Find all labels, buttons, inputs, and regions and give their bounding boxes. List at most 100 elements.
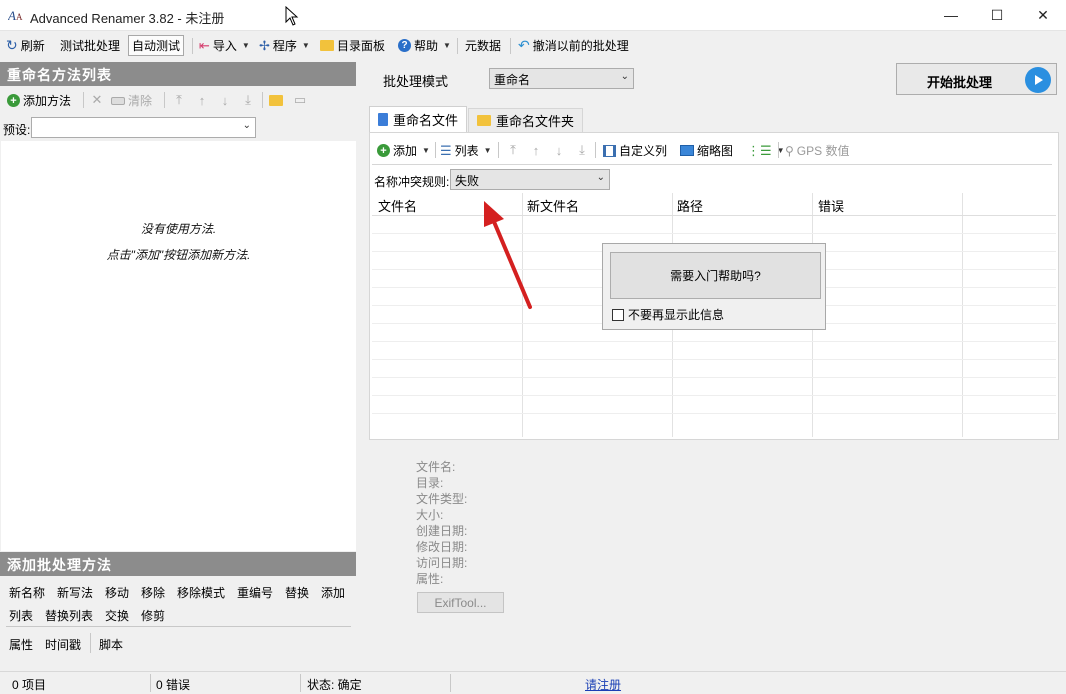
undo-icon: ↶: [518, 37, 530, 53]
move-down-icon[interactable]: ↓: [550, 141, 568, 159]
program-label: 程序: [272, 39, 297, 53]
gps-button[interactable]: ⚲ GPS 数值: [782, 140, 852, 161]
add-files-menu[interactable]: + 添加 ▼: [374, 140, 433, 161]
register-link[interactable]: 请注册: [585, 676, 621, 693]
delete-icon[interactable]: ✕: [88, 91, 106, 109]
method-remove-pattern[interactable]: 移除模式: [177, 584, 225, 601]
metadata-button[interactable]: 元数据: [462, 35, 504, 56]
columns-icon: [603, 144, 616, 157]
method-replace[interactable]: 替换: [285, 584, 309, 601]
exiftool-label: ExifTool...: [434, 595, 487, 610]
method-renumber[interactable]: 重编号: [237, 584, 273, 601]
clear-button[interactable]: 清除: [108, 90, 155, 111]
chevron-down-icon: ▼: [443, 41, 451, 50]
import-menu[interactable]: ⇤ 导入 ▼: [196, 35, 253, 56]
method-swap[interactable]: 交换: [105, 607, 129, 624]
info-filetype-label: 文件类型:: [416, 492, 468, 506]
method-add[interactable]: 添加: [321, 584, 345, 601]
preset-label: 预设:: [3, 123, 31, 137]
start-batch-button[interactable]: 开始批处理: [896, 63, 1057, 95]
method-list-toolbar: + 添加方法 ✕ 清除 ⤒ ↑ ↓ ⤓ ▭: [0, 88, 356, 112]
move-bottom-icon[interactable]: ⤓: [239, 91, 257, 109]
method-list[interactable]: 列表: [9, 607, 33, 624]
checkbox-box: [612, 308, 624, 321]
move-up-icon[interactable]: ↑: [193, 91, 211, 109]
dir-panel-label: 目录面板: [337, 39, 386, 53]
program-menu[interactable]: ✢ 程序 ▼: [256, 35, 313, 56]
exiftool-button[interactable]: ExifTool...: [417, 592, 504, 613]
help-popup: 需要入门帮助吗? 不要再显示此信息: [602, 243, 826, 330]
add-method-button[interactable]: + 添加方法: [4, 90, 74, 111]
move-down-icon[interactable]: ↓: [216, 91, 234, 109]
info-created-label: 创建日期:: [416, 524, 468, 538]
method-attributes[interactable]: 属性: [9, 636, 33, 653]
refresh-button[interactable]: ↻ 刷新: [3, 35, 48, 56]
add-files-label: 添加: [393, 144, 418, 158]
eraser-icon: [111, 96, 125, 105]
method-list-replace[interactable]: 替换列表: [45, 607, 93, 624]
grid-row-line: [372, 377, 1056, 378]
metadata-label: 元数据: [465, 39, 502, 53]
add-method-label: 添加方法: [23, 94, 72, 108]
grid-row-line: [372, 413, 1056, 414]
tab-rename-files[interactable]: 重命名文件: [369, 106, 468, 132]
move-up-icon[interactable]: ↑: [527, 141, 545, 159]
toolbar-divider: [498, 142, 499, 158]
method-list-header: 重命名方法列表: [0, 62, 356, 86]
svg-text:A: A: [8, 8, 16, 23]
method-list[interactable]: 没有使用方法. 点击"添加"按钮添加新方法.: [1, 141, 356, 551]
tab-rename-files-label: 重命名文件: [393, 113, 459, 128]
thumbnails-label: 缩略图: [697, 144, 734, 158]
method-timestamp[interactable]: 时间戳: [45, 636, 81, 653]
method-script[interactable]: 脚本: [99, 636, 123, 653]
grid-row-line: [372, 359, 1056, 360]
info-attributes-label: 属性:: [416, 572, 444, 586]
dont-show-again-checkbox[interactable]: 不要再显示此信息: [612, 306, 724, 323]
auto-test-toggle[interactable]: 自动测试: [128, 35, 185, 56]
method-move[interactable]: 移动: [105, 584, 129, 601]
status-bar: 0 项目 0 错误 状态: 确定 请注册: [0, 671, 1066, 694]
help-menu[interactable]: ? 帮助 ▼: [395, 35, 454, 56]
open-folder-icon[interactable]: [269, 95, 283, 106]
method-remove[interactable]: 移除: [141, 584, 165, 601]
info-filename-label: 文件名:: [416, 460, 456, 474]
status-state: 状态: 确定: [307, 678, 362, 692]
gps-label: GPS 数值: [796, 144, 850, 158]
save-icon[interactable]: ▭: [291, 91, 309, 109]
chevron-down-icon: ⌄: [596, 172, 605, 183]
list-menu[interactable]: ☰ 列表 ▼: [437, 140, 495, 161]
app-logo-icon: A A: [8, 8, 23, 23]
close-button[interactable]: ✕: [1020, 0, 1066, 30]
move-top-icon[interactable]: ⤒: [170, 91, 188, 109]
method-new-name[interactable]: 新名称: [9, 584, 45, 601]
toolbar-divider: [778, 142, 779, 158]
preset-row: 预设: ⌄: [0, 117, 356, 139]
move-bottom-icon[interactable]: ⤓: [573, 141, 591, 159]
preset-select[interactable]: ⌄: [31, 117, 256, 138]
add-icon: +: [7, 94, 20, 107]
batch-mode-select[interactable]: 重命名 ⌄: [489, 68, 634, 89]
minimize-button[interactable]: —: [928, 0, 974, 30]
add-icon: +: [377, 144, 390, 157]
method-trim[interactable]: 修剪: [141, 607, 165, 624]
toolbar-underline: [372, 164, 1052, 165]
method-new-case[interactable]: 新写法: [57, 584, 93, 601]
mouse-cursor-icon: [285, 6, 299, 26]
clear-label: 清除: [128, 94, 153, 108]
conflict-rule-select[interactable]: 失败 ⌄: [450, 169, 610, 190]
maximize-button[interactable]: ☐: [974, 0, 1020, 30]
batch-mode-value: 重命名: [494, 73, 531, 87]
tab-rename-folders[interactable]: 重命名文件夹: [468, 108, 584, 132]
getting-started-button[interactable]: 需要入门帮助吗?: [610, 252, 821, 299]
list-label: 列表: [454, 144, 479, 158]
custom-columns-button[interactable]: 自定义列: [600, 140, 670, 161]
test-batch-button[interactable]: 测试批处理: [57, 35, 123, 56]
undo-batch-button[interactable]: ↶ 撤消以前的批处理: [515, 35, 632, 56]
methods-divider: [6, 626, 351, 627]
status-divider: [450, 674, 451, 692]
annotation-arrow-icon: [484, 201, 532, 309]
dir-panel-button[interactable]: 目录面板: [317, 35, 388, 56]
tab-rename-folders-label: 重命名文件夹: [496, 114, 575, 129]
thumbnails-button[interactable]: 缩略图: [677, 140, 736, 161]
move-top-icon[interactable]: ⤒: [504, 141, 522, 159]
